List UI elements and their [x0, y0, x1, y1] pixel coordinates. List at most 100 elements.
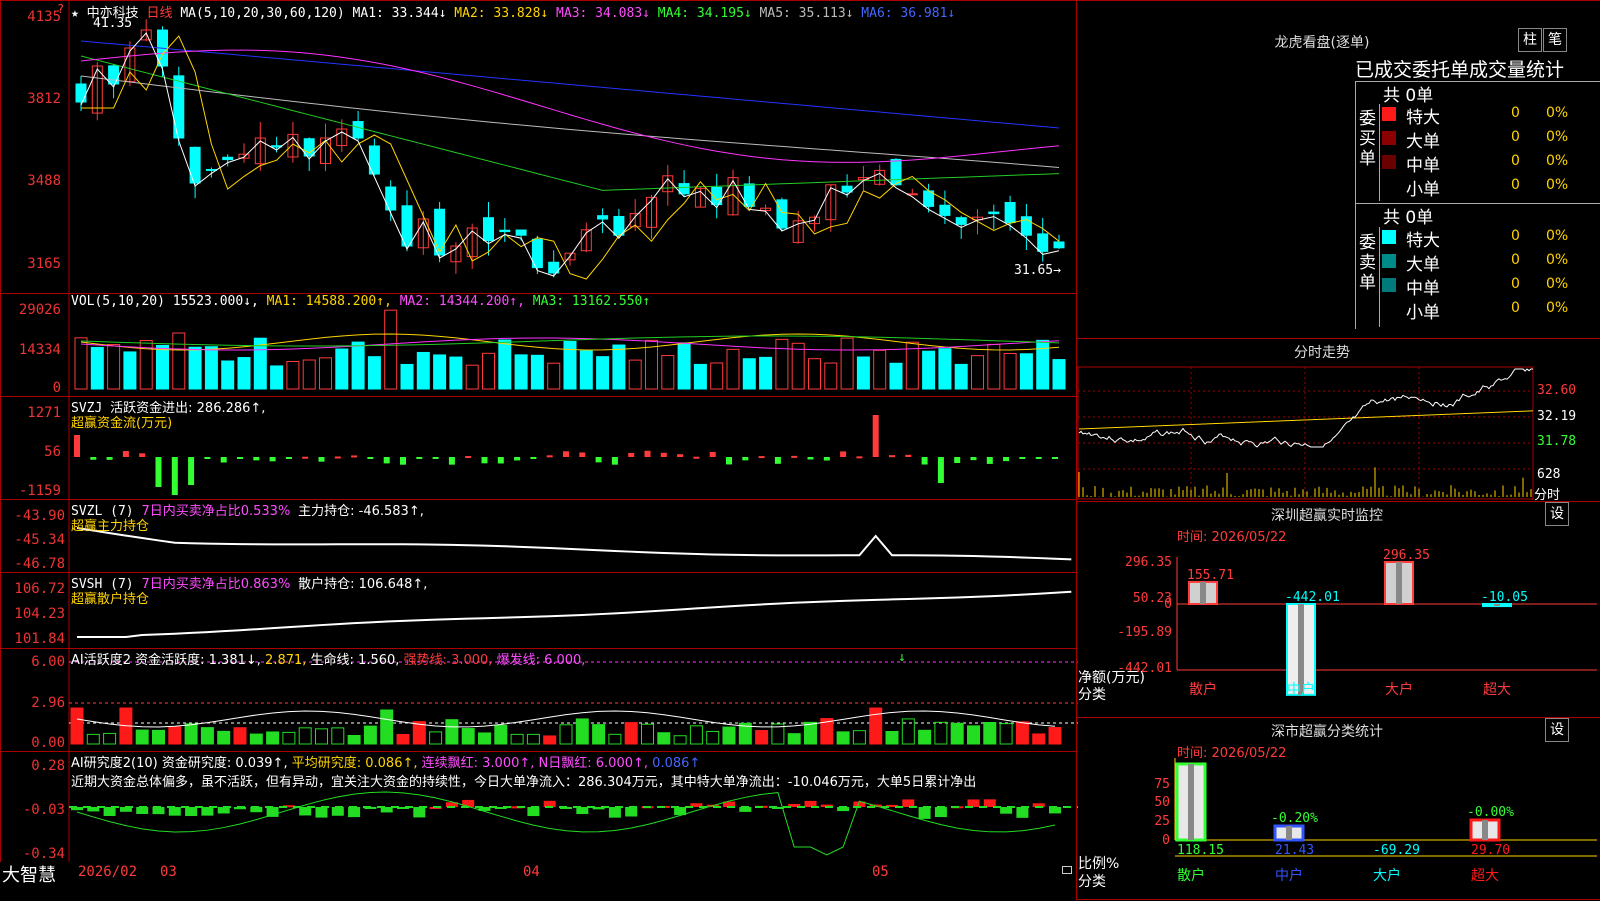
intraday-avg-line — [1078, 410, 1534, 430]
candle — [1037, 233, 1049, 252]
ai-nday-red: N日飘红: 6.000↑, — [538, 756, 649, 771]
sell-pct: 0% — [1546, 228, 1569, 244]
vol-ylabel-0: 29026 — [18, 302, 61, 318]
volume-bar — [563, 340, 577, 390]
volume-bar — [123, 351, 137, 390]
volume-bar — [791, 342, 805, 390]
svzl-ylabel-1: -45.34 — [14, 532, 65, 548]
ai-active-bar — [934, 721, 948, 745]
volume-bar — [221, 360, 235, 390]
ai-active-bar — [722, 726, 736, 745]
column-view-button[interactable]: 柱 — [1518, 28, 1542, 52]
svzj-bar — [497, 457, 504, 464]
buy-pct: 0% — [1546, 153, 1569, 169]
volume-bar — [726, 348, 740, 390]
mz-bar-label: 296.35 — [1383, 548, 1430, 563]
svzj-bar — [856, 456, 863, 459]
volume-bar — [1052, 359, 1066, 390]
volume-bar — [677, 342, 691, 390]
volume-bar — [530, 354, 544, 390]
svsh-panel[interactable]: SVSH (7) 7日内买卖净占比0.863% 散户持仓: 106.648↑, … — [0, 572, 1077, 650]
ai-last-value: 0.086↑ — [652, 756, 701, 771]
buy-pct: 0% — [1546, 177, 1569, 193]
ai-research-value: 资金研究度: 0.039↑, — [161, 756, 288, 771]
volume-bar — [188, 346, 202, 390]
svzj-bar — [367, 457, 374, 459]
vol-ylabel-1: 14334 — [18, 342, 61, 358]
ai-active-bar — [787, 733, 801, 745]
mc-bar-core — [1188, 764, 1194, 840]
volume-bar — [1003, 353, 1017, 390]
svzj-bar — [823, 457, 830, 461]
svzj-bar — [986, 457, 993, 464]
svzj-bar — [1052, 457, 1058, 459]
volume-bar — [319, 357, 332, 390]
sz-monitor-panel[interactable]: 深圳超赢实时监控 设 时间: 2026/05/22 296.35 50.23 0 -1… — [1076, 501, 1600, 718]
tick-view-button[interactable]: 笔 — [1543, 28, 1567, 52]
svzj-bar — [905, 454, 912, 457]
svzl-panel[interactable]: SVZL (7) 7日内买卖净占比0.533% 主力持仓: -46.583↑, … — [0, 499, 1077, 574]
buy-count: 0 — [1511, 129, 1520, 145]
kline-legend: ★ 中亦科技 日线 MA(5,10,20,30,60,120) MA1: 33.… — [71, 2, 955, 21]
ai-research-bar — [136, 807, 149, 814]
buy-label: 委买单 — [1359, 109, 1376, 169]
ai-research-title: AI研究度2(10) — [71, 756, 158, 771]
sz-monitor-xaxis-title: 分类 — [1078, 687, 1106, 703]
svzj-bar — [644, 450, 651, 457]
volume-bar — [416, 351, 430, 390]
mz-bar-core — [1200, 581, 1206, 604]
candle — [955, 217, 967, 225]
svsh-ylabel-1: 104.23 — [14, 606, 65, 622]
ai-active-bar — [461, 728, 475, 745]
intraday-ylabel-2: 31.78 — [1537, 434, 1577, 449]
k-ylabel-3: 3165 — [27, 256, 61, 272]
ai-active-panel[interactable]: ↓ AI活跃度2 资金活跃度: 1.381↓, 2.871, 生命线: 1.56… — [0, 648, 1078, 753]
candle — [890, 158, 902, 186]
candle — [515, 229, 527, 236]
ai-cont-red: 连续飘红: 3.000↑, — [421, 756, 535, 771]
volume-panel[interactable]: VOL(5,10,20) 15523.000↓, MA1: 14588.200↑… — [0, 293, 1077, 398]
mz-bar-label: 155.71 — [1187, 568, 1234, 583]
svzj-bar — [1019, 457, 1026, 459]
svzj-bar — [677, 454, 684, 457]
svzj-panel[interactable]: SVZJ 活跃资金进出: 286.286↑, 超赢资金流(万元) 1271 56… — [0, 396, 1077, 501]
sell-color-swatch — [1382, 254, 1396, 268]
intraday-panel[interactable]: 分时走势 32.60 32.19 31.78 628 分时 — [1076, 338, 1600, 503]
period-label[interactable]: 日线 — [147, 6, 173, 21]
buy-pct: 0% — [1546, 105, 1569, 121]
ai-active-v2: 2.871, — [265, 653, 307, 668]
favorite-star-icon[interactable]: ★ — [71, 6, 79, 21]
vol-ma3: MA3: 13162.550↑ — [532, 294, 651, 309]
aa-ylabel-2: 0.00 — [31, 735, 65, 751]
vol-ma2: MA2: 14344.200↑, — [399, 294, 525, 309]
svzj-bar — [563, 451, 569, 457]
lock-icon[interactable] — [1062, 866, 1072, 874]
sell-row: 中单 0 0% — [1381, 274, 1600, 299]
sz-class-chart: 75 50 25 0 118.15 散户 -0.20% 21.43 中户 -69.29 大户 -0.0… — [1154, 758, 1597, 884]
ai-research-bar — [201, 807, 214, 816]
ai-active-bar — [983, 721, 997, 745]
ma6-value: MA6: 36.981↓ — [861, 6, 956, 21]
svzj-bar — [937, 457, 944, 483]
ai-burst-line: 爆发线: 6.000, — [496, 653, 586, 668]
mc-bar-value: 29.70 — [1471, 843, 1510, 858]
ai-active-bar — [836, 731, 850, 745]
buy-name: 大单 — [1406, 132, 1440, 152]
ar-ylabel-1: -0.03 — [22, 802, 65, 818]
ai-research-bar — [348, 807, 361, 818]
sz-class-panel[interactable]: 深市超赢分类统计 设 时间: 2026/05/22 75 50 25 0 118.15 散… — [1076, 717, 1600, 900]
ma4-value: MA4: 34.195↓ — [657, 6, 752, 21]
kline-panel[interactable]: ? ★ 中亦科技 日线 MA(5,10,20,30,60,120) MA1: 3… — [0, 0, 1077, 295]
svzl-holding: 主力持仓: -46.583↑, — [298, 504, 424, 519]
svzl-pct: 7日内买卖净占比0.533% — [141, 504, 291, 519]
mz-bar-label: -10.05 — [1481, 590, 1528, 605]
sz-class-yaxis-title: 比例% — [1078, 856, 1120, 872]
dragon-tiger-panel: 龙虎看盘(逐单) 柱 笔 已成交委托单成交量统计 委买单 委卖单 共 0单 共 … — [1076, 0, 1600, 339]
ai-active-bar — [184, 723, 198, 745]
sell-name: 小单 — [1406, 303, 1440, 323]
svzj-bar — [872, 415, 879, 457]
svzj-bar — [742, 457, 749, 461]
volume-bar — [547, 362, 561, 390]
svzj-bar — [432, 457, 439, 459]
sz-class-xaxis-title: 分类 — [1078, 874, 1106, 890]
